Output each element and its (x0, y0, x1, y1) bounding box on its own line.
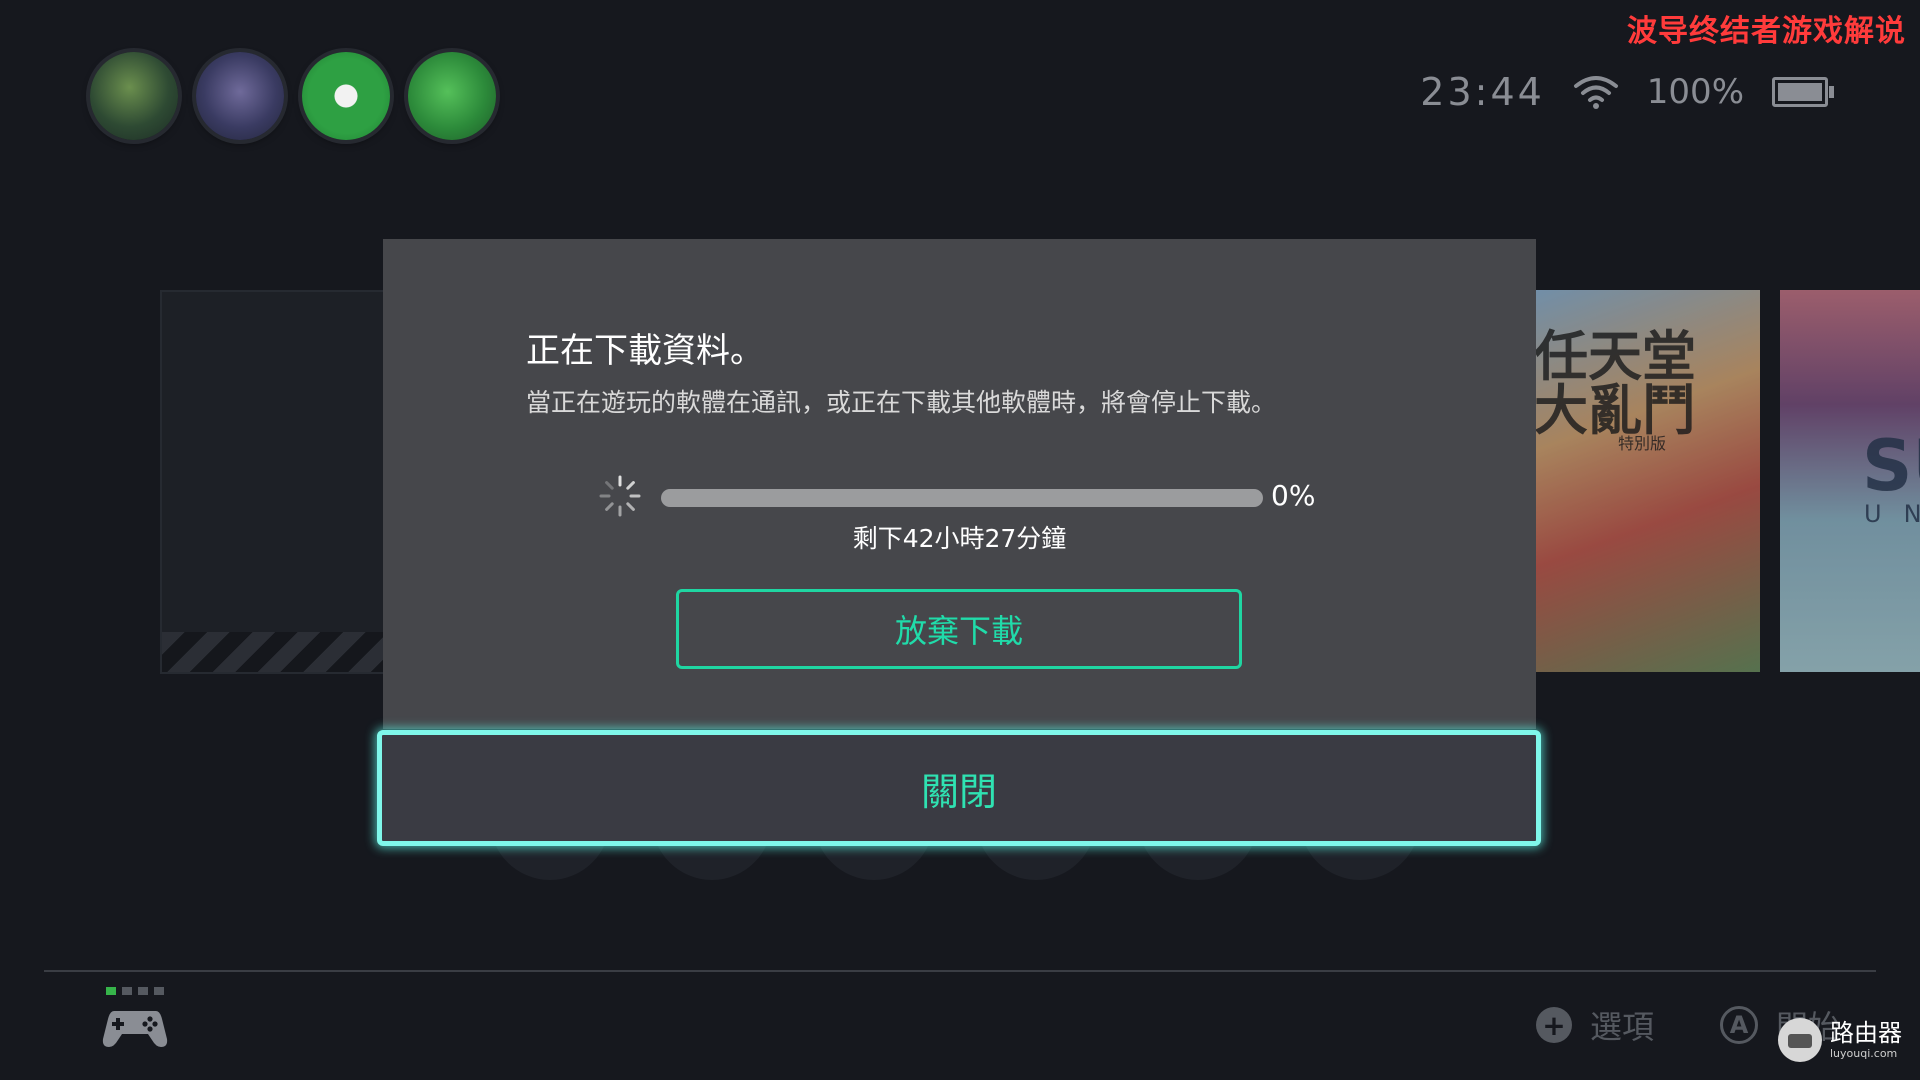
game-tile-right[interactable]: SU UN (1780, 290, 1920, 672)
game-tile-smash-bros[interactable]: 任天堂 大亂鬥 特別版 (1528, 290, 1760, 672)
loading-spinner-icon (599, 475, 641, 517)
download-progress-bar (661, 489, 1263, 507)
tile-smash-title: 任天堂 大亂鬥 (1534, 325, 1696, 442)
site-logo: 路由器 luyouqi.com (1778, 1018, 1902, 1062)
tile-right-title: SU (1862, 425, 1920, 507)
options-hint-label[interactable]: 選項 (1590, 1002, 1654, 1048)
watermark-text: 波导终结者游戏解说 (1627, 14, 1906, 49)
logo-sub-text: luyouqi.com (1830, 1047, 1898, 1060)
wifi-icon (1573, 76, 1618, 109)
dialog-description: 當正在遊玩的軟體在通訊，或正在下載其他軟體時，將會停止下載。 (526, 388, 1277, 417)
battery-icon (1772, 77, 1834, 107)
plus-button-icon: + (1535, 1007, 1572, 1043)
logo-main-text: 路由器 (1830, 1019, 1902, 1047)
clock: 23:44 (1420, 70, 1545, 114)
status-bar: 23:44 100% (1420, 70, 1834, 114)
time-remaining: 剩下42小時27分鐘 (852, 524, 1067, 553)
avatar-link[interactable] (90, 52, 178, 140)
tile-stripes (162, 632, 392, 672)
avatar-shield[interactable] (196, 52, 284, 140)
dialog-heading: 正在下載資料。 (526, 331, 764, 371)
user-avatars (90, 52, 496, 140)
tile-right-subtitle: UN (1864, 500, 1920, 528)
download-percent: 0% (1271, 479, 1316, 512)
abort-download-button[interactable]: 放棄下載 (676, 589, 1242, 669)
controller-icon[interactable] (100, 985, 170, 1055)
battery-percent: 100% (1646, 72, 1744, 112)
download-dialog: 正在下載資料。 當正在遊玩的軟體在通訊，或正在下載其他軟體時，將會停止下載。 0… (383, 239, 1536, 729)
avatar-yoshi-egg[interactable] (302, 52, 390, 140)
a-button-icon: A (1719, 1006, 1758, 1044)
close-button[interactable]: 關閉 (377, 730, 1541, 846)
footer-divider (44, 970, 1876, 972)
avatar-yoshi[interactable] (408, 52, 496, 140)
game-tile-loading[interactable] (160, 290, 394, 674)
router-icon (1778, 1018, 1822, 1062)
tile-smash-subtitle: 特別版 (1618, 434, 1667, 453)
